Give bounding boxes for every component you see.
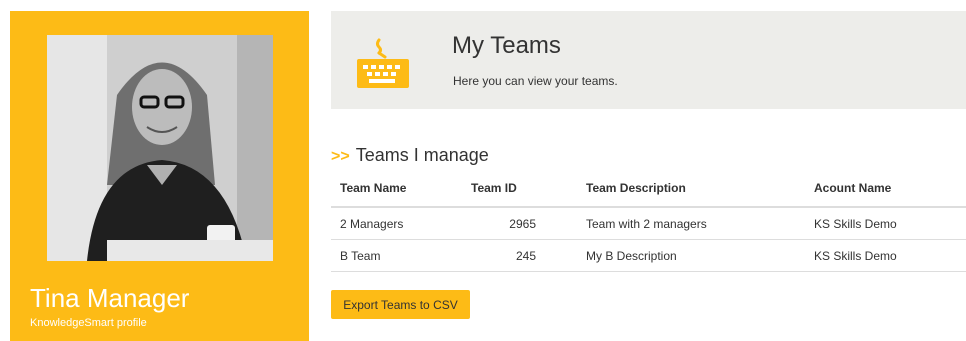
profile-photo-image xyxy=(47,35,273,261)
team-description-cell: Team with 2 managers xyxy=(577,207,805,240)
table-row: 2 Managers 2965 Team with 2 managers KS … xyxy=(331,207,966,240)
account-name-cell: KS Skills Demo xyxy=(805,207,966,240)
profile-photo xyxy=(47,35,273,261)
keyboard-coffee-icon xyxy=(357,38,409,88)
team-name-cell: B Team xyxy=(331,239,462,272)
column-header-account-name: Acount Name xyxy=(805,170,966,208)
export-teams-csv-button[interactable]: Export Teams to CSV xyxy=(331,290,470,319)
table-row: B Team 245 My B Description KS Skills De… xyxy=(331,239,966,272)
column-header-team-name: Team Name xyxy=(331,170,462,208)
table-header-row: Team Name Team ID Team Description Acoun… xyxy=(331,170,966,208)
profile-subtitle: KnowledgeSmart profile xyxy=(30,317,147,329)
column-header-team-description: Team Description xyxy=(577,170,805,208)
profile-name: Tina Manager xyxy=(30,283,190,313)
page-subtitle: Here you can view your teams. xyxy=(453,74,618,88)
team-id-cell: 2965 xyxy=(462,207,577,240)
section-arrows: >> xyxy=(331,148,350,165)
profile-card: Tina Manager KnowledgeSmart profile xyxy=(10,11,309,341)
teams-table: Team Name Team ID Team Description Acoun… xyxy=(331,170,966,272)
team-name-cell: 2 Managers xyxy=(331,207,462,240)
section-title: >> Teams I manage xyxy=(331,144,489,168)
page-title: My Teams xyxy=(452,32,561,59)
page-header: My Teams Here you can view your teams. xyxy=(331,11,966,109)
column-header-team-id: Team ID xyxy=(462,170,577,208)
team-description-cell: My B Description xyxy=(577,239,805,272)
team-id-cell: 245 xyxy=(462,239,577,272)
account-name-cell: KS Skills Demo xyxy=(805,239,966,272)
section-title-text: Teams I manage xyxy=(355,145,489,165)
